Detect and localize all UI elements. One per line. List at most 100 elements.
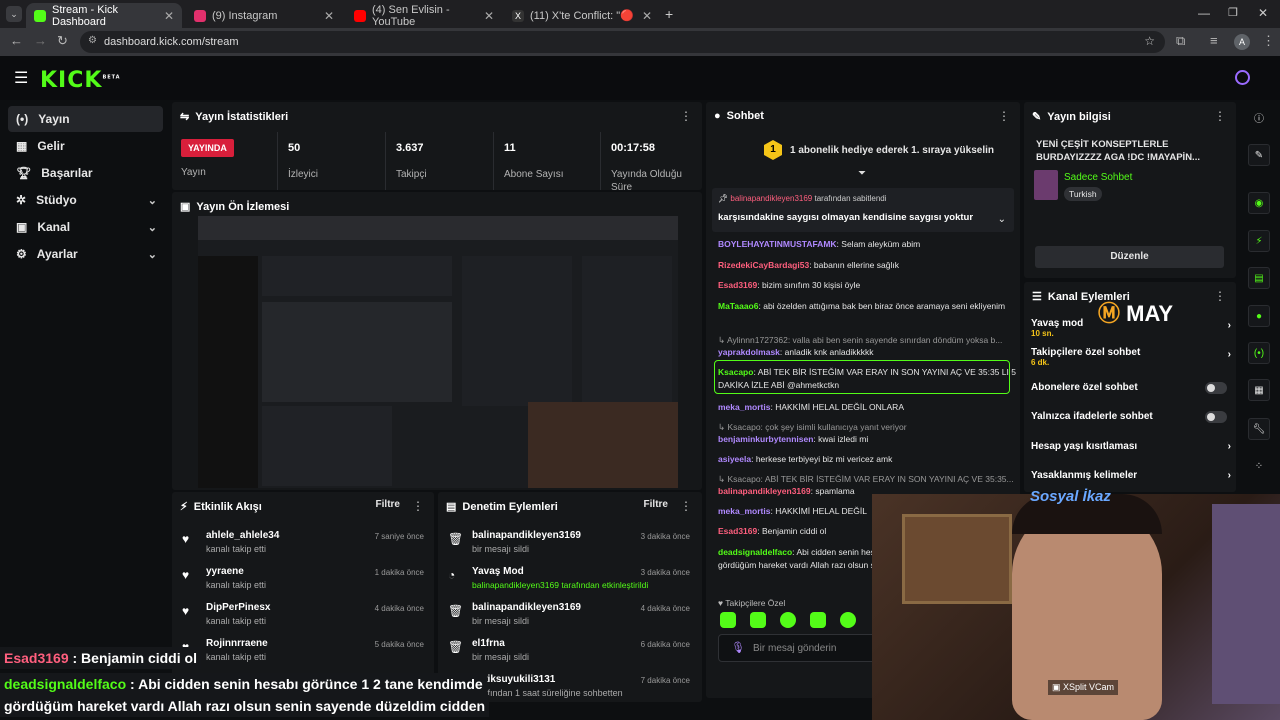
moderation-user[interactable]: balinapandikleyen3169 bbox=[472, 530, 581, 541]
more-options-icon[interactable]: ⋮ bbox=[998, 109, 1010, 123]
emote-icon[interactable] bbox=[720, 612, 736, 628]
chevron-down-icon[interactable]: ⌄ bbox=[998, 214, 1006, 225]
chat-username[interactable]: Esad3169 bbox=[718, 526, 757, 536]
chat-username[interactable]: benjaminkurbytennisen bbox=[718, 434, 813, 444]
chat-username[interactable]: balinapandikleyen3169 bbox=[718, 486, 811, 496]
emote-icon[interactable] bbox=[750, 612, 766, 628]
language-tag[interactable]: Turkish bbox=[1064, 187, 1102, 201]
chat-username[interactable]: yaprakdolmask bbox=[718, 347, 780, 357]
close-tab-icon[interactable]: ✕ bbox=[484, 9, 494, 23]
banned-words-row[interactable]: Yasaklanmış kelimeler › bbox=[1031, 470, 1231, 481]
chat-message: Esad3169: bizim sınıfım 30 kişisi öyle bbox=[718, 279, 1018, 292]
slow-mode-row[interactable]: Yavaş mod 10 sn. › bbox=[1031, 318, 1231, 338]
sidebar-item-gelir[interactable]: ▦ Gelir bbox=[8, 133, 163, 159]
chat-username[interactable]: RizedekiCayBardagi53 bbox=[718, 260, 809, 270]
pencil-icon[interactable]: ✎ bbox=[1248, 144, 1270, 166]
close-tab-icon[interactable]: ✕ bbox=[164, 9, 174, 23]
edit-stream-button[interactable]: Düzenle bbox=[1035, 246, 1224, 268]
chat-username[interactable]: asiyeela bbox=[718, 454, 751, 464]
new-tab-icon[interactable]: + bbox=[665, 6, 673, 22]
sidebar-item-studyo[interactable]: ✲ Stüdyo ⌄ bbox=[8, 187, 163, 213]
emote-icon[interactable] bbox=[780, 612, 796, 628]
apps-icon[interactable]: ⁘ bbox=[1248, 455, 1270, 477]
chat-username[interactable]: BOYLEHAYATINMUSTAFAMK bbox=[718, 239, 837, 249]
more-options-icon[interactable]: ⋮ bbox=[680, 499, 692, 513]
address-bar[interactable]: ⚙ dashboard.kick.com/stream ☆ bbox=[80, 31, 1165, 53]
sidebar-item-yayin[interactable]: (•) Yayın bbox=[8, 106, 163, 132]
chat-username[interactable]: MaTaaao6 bbox=[718, 301, 758, 311]
extensions-icon[interactable]: ⧉ bbox=[1176, 33, 1185, 49]
chat-username[interactable]: meka_mortis bbox=[718, 506, 770, 516]
more-options-icon[interactable]: ⋮ bbox=[1214, 289, 1226, 303]
activity-user[interactable]: yyraene bbox=[206, 566, 244, 577]
bookmark-star-icon[interactable]: ☆ bbox=[1144, 34, 1155, 48]
more-options-icon[interactable]: ⋮ bbox=[1214, 109, 1226, 123]
filter-button[interactable]: Filtre bbox=[644, 499, 668, 510]
collapse-icon[interactable]: ⏷ bbox=[858, 168, 866, 179]
close-tab-icon[interactable]: ✕ bbox=[324, 9, 334, 23]
browser-menu-icon[interactable]: ⋮ bbox=[1262, 33, 1275, 49]
activity-user[interactable]: Rojinnrraene bbox=[206, 638, 268, 649]
sidebar-item-label: Gelir bbox=[37, 139, 65, 153]
activity-user[interactable]: DipPerPinesx bbox=[206, 602, 270, 613]
close-window-icon[interactable]: ✕ bbox=[1258, 6, 1268, 20]
more-options-icon[interactable]: ⋮ bbox=[680, 109, 692, 123]
stream-preview-video[interactable] bbox=[198, 216, 678, 488]
tab-x[interactable]: X (11) X'te Conflict: "🔴 Jrokez la... ✕ bbox=[504, 3, 660, 28]
emote-icon[interactable] bbox=[810, 612, 826, 628]
site-info-icon[interactable]: ⚙ bbox=[88, 35, 97, 46]
forward-icon[interactable]: → bbox=[34, 33, 47, 48]
sidebar-item-basarilar[interactable]: 🏆︎ Başarılar bbox=[8, 160, 163, 186]
back-icon[interactable]: ← bbox=[10, 33, 23, 48]
chat-username[interactable]: meka_mortis bbox=[718, 402, 770, 412]
reload-icon[interactable]: ↻ bbox=[57, 33, 68, 49]
filter-button[interactable]: Filtre bbox=[376, 499, 400, 510]
account-age-row[interactable]: Hesap yaşı kısıtlaması › bbox=[1031, 441, 1231, 452]
moderation-time: 4 dakika önce bbox=[640, 604, 690, 613]
category-thumbnail[interactable] bbox=[1034, 170, 1058, 200]
followers-only-row[interactable]: Takipçilere özel sohbet 6 dk. › bbox=[1031, 347, 1231, 367]
broadcast-icon[interactable]: (•) bbox=[1248, 342, 1270, 364]
sidebar-item-kanal[interactable]: ▣ Kanal ⌄ bbox=[8, 214, 163, 240]
layout-icon[interactable]: ▦ bbox=[1248, 379, 1270, 401]
moderation-panel: ▤ Denetim Eylemleri Filtre ⋮ 🗑︎ balinapand… bbox=[438, 492, 702, 702]
tab-youtube[interactable]: (4) Sen Evlisin - YouTube ✕ bbox=[346, 3, 502, 28]
profile-avatar[interactable]: A bbox=[1234, 34, 1250, 50]
moderation-user[interactable]: el1frna bbox=[472, 638, 505, 649]
restore-icon[interactable]: ❐ bbox=[1228, 6, 1238, 19]
emotes-only-toggle[interactable] bbox=[1205, 411, 1227, 423]
hamburger-menu-icon[interactable]: ☰ bbox=[14, 68, 28, 88]
chevron-down-icon: ⌄ bbox=[147, 194, 157, 207]
list-icon[interactable]: ▤ bbox=[1248, 267, 1270, 289]
bolt-icon[interactable]: ⚡︎ bbox=[1248, 230, 1270, 252]
activity-time: 5 dakika önce bbox=[374, 640, 424, 649]
camera-icon[interactable]: ◉ bbox=[1248, 192, 1270, 214]
user-avatar[interactable] bbox=[1235, 70, 1250, 85]
emote-icon[interactable] bbox=[840, 612, 856, 628]
moderation-user[interactable]: balinapandikleyen3169 bbox=[472, 602, 581, 613]
chat-icon[interactable]: ● bbox=[1248, 305, 1270, 327]
category-link[interactable]: Sadece Sohbet bbox=[1064, 172, 1132, 183]
trash-icon: 🗑︎ bbox=[448, 532, 464, 546]
close-tab-icon[interactable]: ✕ bbox=[642, 9, 652, 23]
preview-chat bbox=[462, 256, 572, 406]
tab-search-icon[interactable]: ⌄ bbox=[6, 6, 22, 22]
sidebar-item-ayarlar[interactable]: ⚙ Ayarlar ⌄ bbox=[8, 241, 163, 267]
tab-instagram[interactable]: (9) Instagram ✕ bbox=[186, 3, 342, 28]
tab-kick-dashboard[interactable]: Stream - Kick Dashboard ✕ bbox=[26, 3, 182, 28]
info-icon[interactable]: ⓘ bbox=[1248, 106, 1270, 128]
kick-logo[interactable]: KICKBETA bbox=[40, 68, 121, 93]
emote-bar bbox=[720, 612, 856, 628]
activity-user[interactable]: ahlele_ahlele34 bbox=[206, 530, 279, 541]
minimize-icon[interactable]: — bbox=[1198, 6, 1210, 20]
wrench-icon[interactable]: 🔧︎ bbox=[1248, 418, 1270, 440]
gift-leaderboard-banner[interactable]: 1 1 abonelik hediye ederek 1. sıraya yük… bbox=[764, 140, 994, 160]
chat-username[interactable]: Esad3169 bbox=[718, 280, 757, 290]
reading-list-icon[interactable]: ≡ bbox=[1210, 33, 1218, 48]
pinned-user[interactable]: 📌︎ balinapandikleyen3169 tarafından sabi… bbox=[718, 194, 887, 203]
chat-username[interactable]: deadsignaldelfaco bbox=[718, 547, 792, 557]
stat-value: 11 bbox=[504, 142, 516, 154]
subscribers-only-toggle[interactable] bbox=[1205, 382, 1227, 394]
microphone-icon[interactable]: 🎙︎ bbox=[731, 641, 745, 654]
more-options-icon[interactable]: ⋮ bbox=[412, 499, 424, 513]
